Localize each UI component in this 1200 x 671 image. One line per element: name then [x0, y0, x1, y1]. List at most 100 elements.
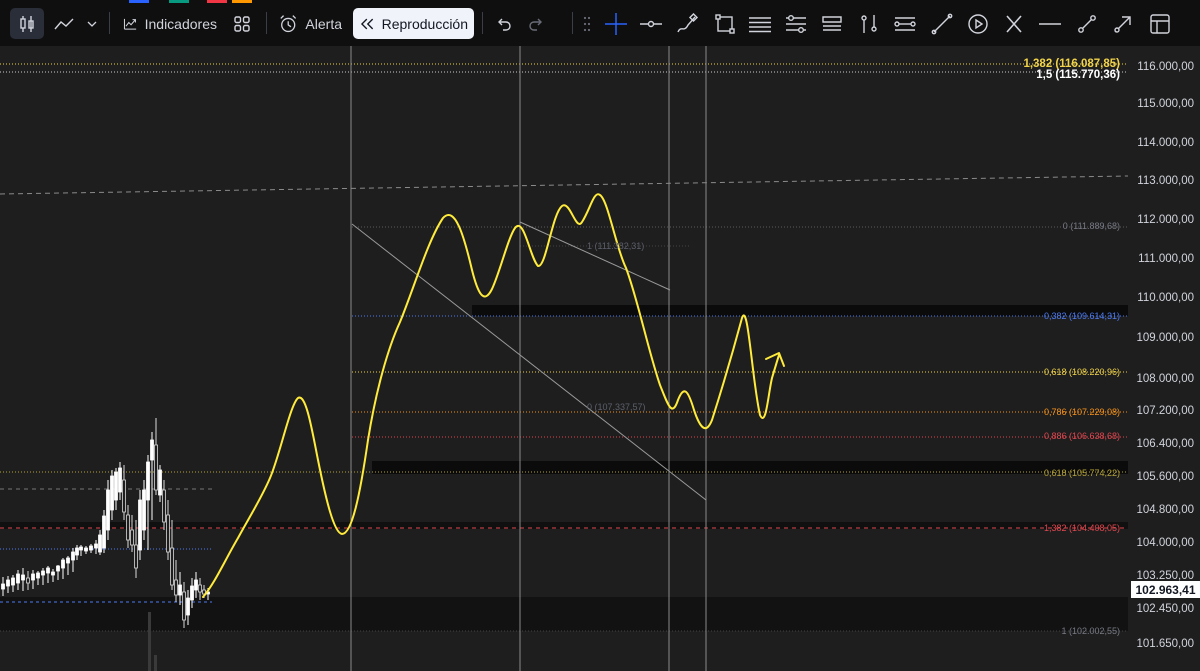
- candle-body: [174, 579, 178, 596]
- fib-label: 1,382 (104.408,05): [1043, 523, 1120, 533]
- horizontal-line-icon[interactable]: [1036, 8, 1064, 39]
- candle-body: [138, 499, 142, 551]
- price-axis-label: 113.000,00: [1137, 175, 1194, 187]
- candle-body: [142, 489, 146, 531]
- ruler-icon[interactable]: [928, 8, 956, 39]
- price-axis-label: 114.000,00: [1137, 137, 1194, 149]
- price-chart[interactable]: [0, 46, 1200, 671]
- candle-body: [154, 444, 158, 491]
- candle-body: [118, 467, 122, 493]
- fib-label: 0 (107.337,57): [587, 402, 646, 412]
- candle-body: [36, 572, 40, 579]
- layout-icon[interactable]: [1146, 8, 1174, 39]
- chevron-down-icon[interactable]: [84, 8, 100, 39]
- candle-body: [122, 479, 126, 513]
- arrow-up-right-icon[interactable]: [1109, 8, 1137, 39]
- candle-body: [6, 579, 10, 587]
- price-axis-label: 105.600,00: [1136, 471, 1194, 483]
- redo-icon[interactable]: [524, 8, 550, 39]
- candle-body: [186, 597, 190, 616]
- candle-body: [166, 514, 170, 553]
- projection-icon[interactable]: [891, 8, 919, 39]
- fib-levels-icon[interactable]: [782, 8, 810, 39]
- top-toolbar: Indicadores Alerta Reproducción: [0, 0, 1200, 46]
- candle-body: [110, 475, 114, 511]
- price-axis-label: 111.000,00: [1138, 253, 1194, 265]
- top-fib-label: 1,5 (115.770,36): [1036, 69, 1120, 81]
- candle-body: [41, 570, 45, 576]
- undo-icon[interactable]: [490, 8, 516, 39]
- candle-body: [126, 514, 130, 541]
- alert-button[interactable]: Alerta: [272, 8, 348, 39]
- vertical-bars-icon[interactable]: [855, 8, 883, 39]
- candle-body: [79, 546, 83, 551]
- indicators-button[interactable]: Indicadores: [117, 8, 223, 39]
- brush-icon[interactable]: [673, 8, 701, 39]
- candle-body: [89, 545, 93, 551]
- candle-body: [162, 489, 166, 523]
- candle-body: [158, 469, 162, 496]
- accent-bar: [232, 0, 252, 3]
- trend-line-icon[interactable]: [1073, 8, 1101, 39]
- candle-body: [26, 577, 30, 584]
- x-pattern-icon[interactable]: [1000, 8, 1028, 39]
- current-price-tag: 102.963,41: [1131, 581, 1200, 598]
- price-axis-label: 108.000,00: [1136, 373, 1194, 385]
- candles-icon[interactable]: [10, 8, 44, 39]
- price-axis-label: 104.800,00: [1136, 504, 1194, 516]
- candle-body: [134, 544, 138, 569]
- candle-body: [16, 573, 20, 584]
- fib-label: 0,886 (106.638,68): [1043, 431, 1120, 441]
- candle-body: [56, 565, 60, 572]
- price-axis-label: 106.400,00: [1136, 438, 1194, 450]
- candle-body: [190, 585, 194, 601]
- replay-icon: [360, 18, 374, 29]
- price-axis-label: 104.000,00: [1136, 537, 1194, 549]
- drag-handle-icon[interactable]: [580, 8, 594, 39]
- candle-body: [106, 489, 110, 531]
- candle-body: [66, 557, 70, 564]
- candle-body: [98, 534, 102, 553]
- chart-area[interactable]: 1,382 (116.087,85) 1,5 (115.770,36) 0 (1…: [0, 46, 1200, 671]
- volume-bar: [154, 655, 157, 671]
- fib-channel-icon[interactable]: [818, 8, 846, 39]
- price-axis-label: 110.000,00: [1137, 292, 1194, 304]
- price-axis-label: 102.450,00: [1136, 603, 1194, 615]
- price-axis-label: 109.000,00: [1136, 332, 1194, 344]
- candle-body: [170, 547, 174, 586]
- fib-label: 1 (102.002,55): [1061, 626, 1120, 636]
- templates-icon[interactable]: [228, 8, 256, 39]
- price-axis-label: 115.000,00: [1137, 98, 1194, 110]
- horizontal-ray-icon[interactable]: [637, 8, 665, 39]
- candle-body: [114, 471, 118, 501]
- candle-body: [51, 571, 55, 576]
- volume-bar: [148, 612, 151, 671]
- price-axis-label: 116.000,00: [1137, 61, 1194, 73]
- candle-body: [130, 529, 134, 546]
- candle-body: [75, 547, 79, 556]
- candle-body: [178, 584, 182, 596]
- candle-body: [198, 584, 202, 593]
- rectangle-icon[interactable]: [711, 8, 739, 39]
- candle-body: [31, 573, 35, 581]
- candle-body: [71, 551, 75, 561]
- candle-body: [61, 559, 65, 569]
- indicators-label: Indicadores: [144, 15, 217, 32]
- replay-button[interactable]: Reproducción: [353, 8, 474, 39]
- play-circle-icon[interactable]: [964, 8, 992, 39]
- fib-label: 0,382 (109.614,31): [1043, 311, 1120, 321]
- candle-body: [150, 439, 154, 461]
- crosshair-icon[interactable]: [602, 8, 630, 39]
- candle-body: [11, 577, 15, 586]
- replay-label: Reproducción: [381, 15, 468, 32]
- accent-bar: [169, 0, 189, 3]
- fib-label: 0 (111.889,68): [1062, 221, 1120, 231]
- price-axis-label: 107.200,00: [1136, 405, 1194, 417]
- text-lines-icon[interactable]: [746, 8, 774, 39]
- dark-zone: [472, 305, 1128, 316]
- line-chart-icon[interactable]: [50, 8, 78, 39]
- candle-body: [146, 461, 150, 501]
- price-axis-label: 112.000,00: [1137, 214, 1194, 226]
- alarm-clock-icon: [280, 14, 297, 32]
- candle-body: [21, 574, 25, 581]
